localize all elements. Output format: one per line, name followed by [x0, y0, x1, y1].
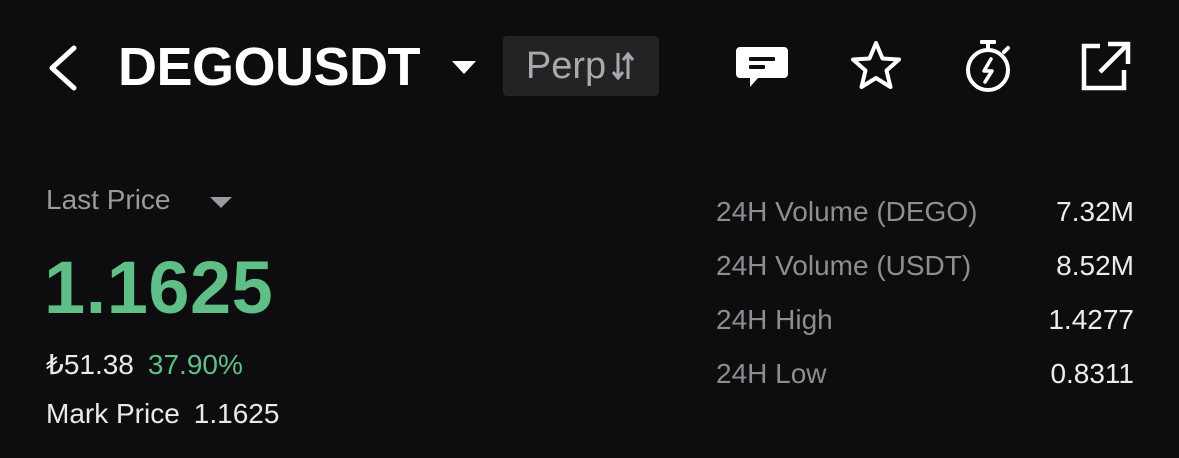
caret-down-icon [452, 61, 476, 74]
symbol-title[interactable]: DEGOUSDT [118, 34, 421, 100]
fiat-change-row: ₺51.38 37.90% [46, 348, 243, 381]
last-price-label: Last Price [46, 184, 171, 215]
chat-button[interactable] [734, 38, 790, 94]
stat-value: 0.8311 [1050, 358, 1134, 389]
share-icon [1081, 41, 1131, 91]
last-price-value: 1.1625 [44, 246, 274, 329]
back-button[interactable] [40, 40, 88, 96]
chevron-left-icon [49, 45, 77, 91]
stat-label: 24H High [716, 304, 833, 335]
favorite-button[interactable] [848, 38, 904, 94]
caret-down-icon [210, 197, 232, 208]
stat-row-low: 24H Low 0.8311 [716, 355, 1134, 409]
stat-value: 8.52M [1056, 250, 1134, 281]
stat-row-volume-base: 24H Volume (DEGO) 7.32M [716, 193, 1134, 247]
fiat-price: ₺51.38 [46, 349, 134, 380]
stopwatch-icon [966, 40, 1010, 92]
price-alert-button[interactable] [960, 38, 1016, 94]
mark-price-label: Mark Price [46, 398, 180, 429]
mark-price-value: 1.1625 [193, 398, 280, 429]
stat-label: 24H Volume (USDT) [716, 250, 972, 281]
mark-price-row: Mark Price 1.1625 [46, 398, 279, 430]
chat-icon [736, 47, 788, 87]
stat-label: 24H Volume (DEGO) [716, 196, 978, 227]
header-bar: DEGOUSDT Perp [0, 0, 1179, 130]
stat-row-high: 24H High 1.4277 [716, 301, 1134, 355]
stats-panel: 24H Volume (DEGO) 7.32M 24H Volume (USDT… [716, 193, 1134, 409]
stat-value: 7.32M [1056, 196, 1134, 227]
stat-label: 24H Low [716, 358, 827, 389]
price-type-dropdown-button[interactable] [208, 194, 234, 210]
price-change-percent: 37.90% [147, 349, 243, 380]
share-button[interactable] [1076, 38, 1132, 94]
symbol-dropdown-button[interactable] [449, 56, 479, 78]
stat-value: 1.4277 [1048, 304, 1134, 335]
star-icon [851, 41, 901, 89]
contract-type-label: Perp [525, 44, 607, 87]
swap-arrows-icon [611, 51, 635, 81]
stat-row-volume-quote: 24H Volume (USDT) 8.52M [716, 247, 1134, 301]
contract-type-switch[interactable]: Perp [503, 36, 659, 96]
